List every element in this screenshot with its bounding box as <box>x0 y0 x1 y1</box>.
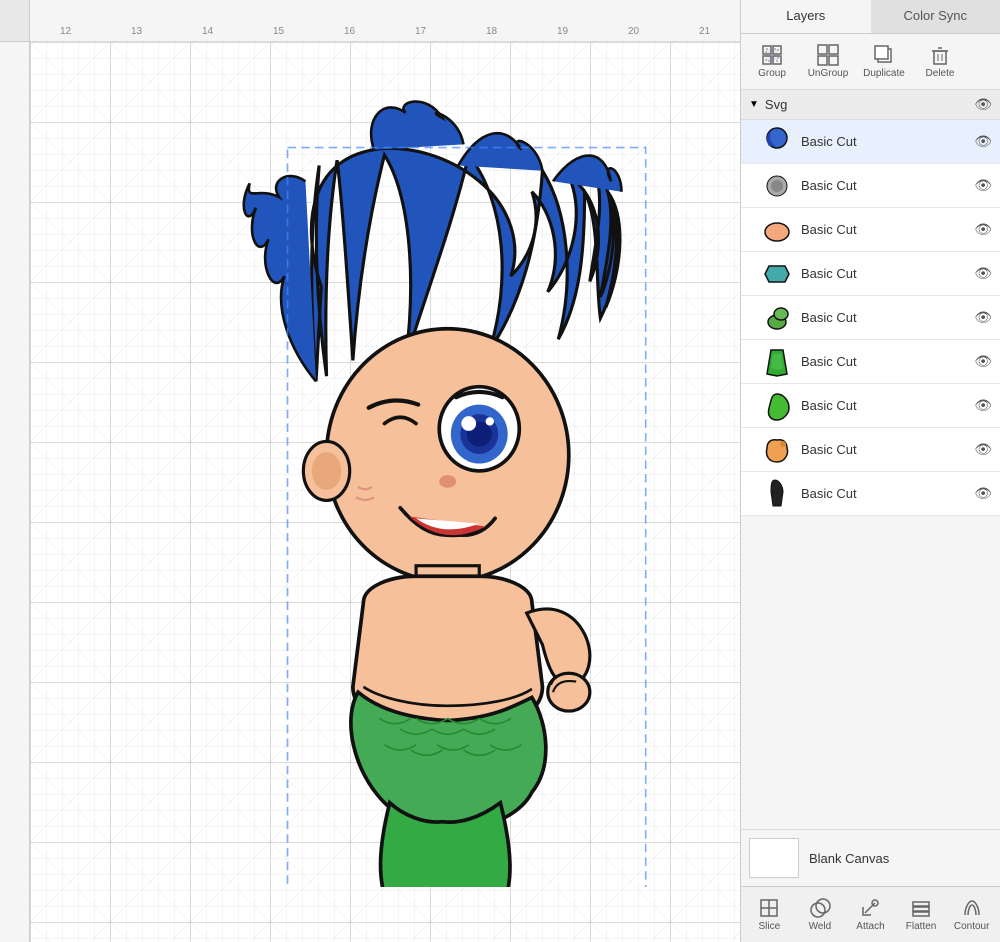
weld-label: Weld <box>809 921 832 932</box>
blank-canvas-thumb <box>749 838 799 878</box>
slice-label: Slice <box>758 921 780 932</box>
ruler-num-18: 18 <box>456 26 527 37</box>
layers-list[interactable]: ▼ Svg 👁 Basic Cut 👁 Basic Cut <box>741 90 1000 829</box>
layer-eye-6[interactable]: 👁 <box>974 353 992 370</box>
layer-row-5[interactable]: Basic Cut 👁 <box>741 296 1000 340</box>
grid-canvas[interactable] <box>30 42 740 942</box>
layer-eye-2[interactable]: 👁 <box>974 177 992 194</box>
group-icon <box>761 44 783 66</box>
ruler-left <box>0 42 30 942</box>
attach-label: Attach <box>856 921 884 932</box>
ruler-num-12: 12 <box>30 26 101 37</box>
ruler-num-15: 15 <box>243 26 314 37</box>
layer-row-8[interactable]: Basic Cut 👁 <box>741 428 1000 472</box>
canvas-area: 12 13 14 15 16 17 18 19 20 21 <box>0 0 740 942</box>
attach-icon <box>859 897 881 919</box>
panel-tabs: Layers Color Sync <box>741 0 1000 34</box>
layer-thumb-1 <box>761 126 793 158</box>
panel-toolbar: Group UnGroup Duplicate <box>741 34 1000 90</box>
layer-thumb-5 <box>761 302 793 334</box>
layer-thumb-8 <box>761 434 793 466</box>
layer-row-2[interactable]: Basic Cut 👁 <box>741 164 1000 208</box>
layer-thumb-4 <box>761 258 793 290</box>
svg-group-header[interactable]: ▼ Svg 👁 <box>741 90 1000 120</box>
flatten-label: Flatten <box>906 921 937 932</box>
layer-eye-7[interactable]: 👁 <box>974 397 992 414</box>
svg-group-eye[interactable]: 👁 <box>974 96 992 113</box>
svg-group-triangle: ▼ <box>749 99 759 110</box>
flatten-icon <box>910 897 932 919</box>
layer-label-3: Basic Cut <box>801 222 966 237</box>
bottom-bar: Slice Weld Attach <box>741 886 1000 942</box>
layer-label-1: Basic Cut <box>801 134 966 149</box>
contour-icon <box>961 897 983 919</box>
delete-button[interactable]: Delete <box>913 40 967 83</box>
ungroup-icon <box>817 44 839 66</box>
layer-thumb-9 <box>761 478 793 510</box>
layer-label-7: Basic Cut <box>801 398 966 413</box>
ruler-num-21: 21 <box>669 26 740 37</box>
layer-thumb-2 <box>761 170 793 202</box>
layer-label-6: Basic Cut <box>801 354 966 369</box>
tab-layers[interactable]: Layers <box>741 0 871 33</box>
layer-label-5: Basic Cut <box>801 310 966 325</box>
slice-button[interactable]: Slice <box>745 893 794 936</box>
character-illustration <box>130 97 660 887</box>
layer-eye-8[interactable]: 👁 <box>974 441 992 458</box>
group-button[interactable]: Group <box>745 40 799 83</box>
layer-thumb-3 <box>761 214 793 246</box>
ruler-numbers: 12 13 14 15 16 17 18 19 20 21 <box>30 26 740 37</box>
ruler-num-19: 19 <box>527 26 598 37</box>
delete-label: Delete <box>926 68 955 79</box>
group-label: Group <box>758 68 786 79</box>
layer-thumb-7 <box>761 390 793 422</box>
contour-button[interactable]: Contour <box>947 893 996 936</box>
weld-icon <box>809 897 831 919</box>
layer-thumb-6 <box>761 346 793 378</box>
layer-row-9[interactable]: Basic Cut 👁 <box>741 472 1000 516</box>
svg-group-label: Svg <box>765 97 968 112</box>
layer-row-3[interactable]: Basic Cut 👁 <box>741 208 1000 252</box>
layer-eye-9[interactable]: 👁 <box>974 485 992 502</box>
ruler-corner <box>0 0 30 42</box>
layer-label-8: Basic Cut <box>801 442 966 457</box>
ruler-num-20: 20 <box>598 26 669 37</box>
layer-row-1[interactable]: Basic Cut 👁 <box>741 120 1000 164</box>
ruler-num-17: 17 <box>385 26 456 37</box>
attach-button[interactable]: Attach <box>846 893 895 936</box>
ruler-num-16: 16 <box>314 26 385 37</box>
ungroup-label: UnGroup <box>808 68 849 79</box>
duplicate-icon <box>873 44 895 66</box>
slice-icon <box>758 897 780 919</box>
ungroup-button[interactable]: UnGroup <box>801 40 855 83</box>
layer-eye-4[interactable]: 👁 <box>974 265 992 282</box>
right-panel: Layers Color Sync Group <box>740 0 1000 942</box>
layer-eye-5[interactable]: 👁 <box>974 309 992 326</box>
layer-row-7[interactable]: Basic Cut 👁 <box>741 384 1000 428</box>
layer-label-2: Basic Cut <box>801 178 966 193</box>
ruler-top: 12 13 14 15 16 17 18 19 20 21 <box>0 0 740 42</box>
ruler-num-13: 13 <box>101 26 172 37</box>
layer-label-4: Basic Cut <box>801 266 966 281</box>
layer-eye-3[interactable]: 👁 <box>974 221 992 238</box>
duplicate-label: Duplicate <box>863 68 905 79</box>
flatten-button[interactable]: Flatten <box>897 893 946 936</box>
layer-row-4[interactable]: Basic Cut 👁 <box>741 252 1000 296</box>
blank-canvas-label: Blank Canvas <box>809 851 889 866</box>
blank-canvas-row[interactable]: Blank Canvas <box>741 829 1000 886</box>
delete-icon <box>929 44 951 66</box>
contour-label: Contour <box>954 921 990 932</box>
layer-eye-1[interactable]: 👁 <box>974 133 992 150</box>
layer-label-9: Basic Cut <box>801 486 966 501</box>
weld-button[interactable]: Weld <box>796 893 845 936</box>
ruler-num-14: 14 <box>172 26 243 37</box>
layer-row-6[interactable]: Basic Cut 👁 <box>741 340 1000 384</box>
tab-color-sync[interactable]: Color Sync <box>871 0 1000 33</box>
duplicate-button[interactable]: Duplicate <box>857 40 911 83</box>
